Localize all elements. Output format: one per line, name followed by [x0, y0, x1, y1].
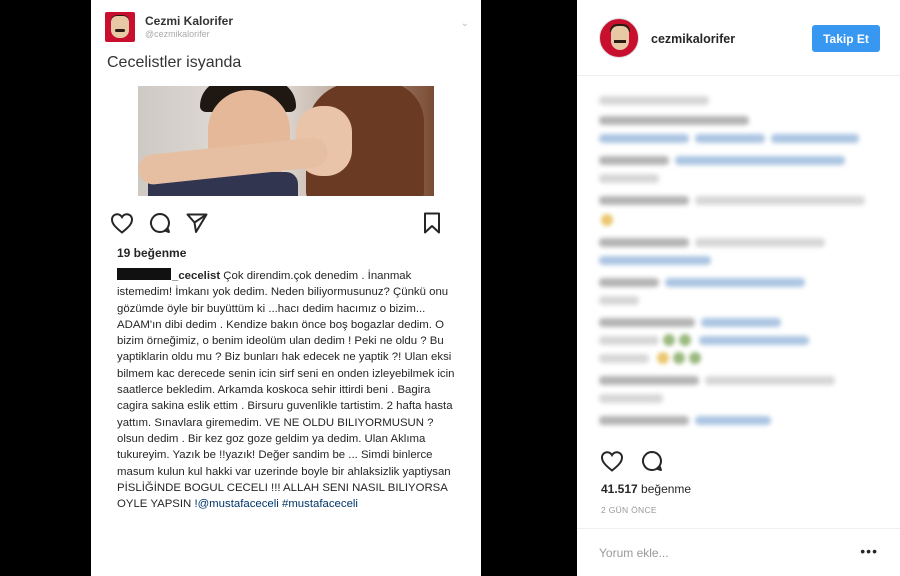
blurred-text	[599, 318, 695, 327]
tweet-header: Cezmi Kalorifer @cezmikalorifer ⌄	[105, 12, 471, 46]
blurred-emoji	[657, 352, 669, 364]
comment-text: Çok direndim.çok denedim . İnanmak istem…	[117, 270, 455, 511]
tweet-author-handle: @cezmikalorifer	[145, 29, 210, 39]
tweet-text: Cecelistler isyanda	[107, 54, 242, 71]
blurred-text	[599, 376, 699, 385]
comment-input[interactable]	[599, 543, 829, 563]
owner-username[interactable]: cezmikalorifer	[651, 32, 735, 46]
blurred-text	[599, 156, 669, 165]
blurred-text	[675, 156, 845, 165]
blurred-text	[599, 336, 659, 345]
blurred-text	[695, 196, 865, 205]
blurred-emoji	[663, 334, 675, 346]
sidebar-action-bar	[599, 448, 699, 476]
avatar[interactable]	[599, 18, 639, 58]
post-sidebar: cezmikalorifer Takip Et 41.517 beğenme 2…	[577, 0, 900, 576]
post-likes-count: 19 beğenme	[117, 246, 187, 260]
post-timestamp[interactable]: 2 GÜN ÖNCE	[601, 505, 657, 515]
comment-icon[interactable]	[147, 210, 173, 236]
blurred-text	[599, 196, 689, 205]
blurred-text	[701, 318, 781, 327]
heart-icon[interactable]	[599, 448, 625, 474]
blurred-emoji	[689, 352, 701, 364]
blurred-text	[699, 336, 809, 345]
blurred-text	[599, 296, 639, 305]
comment-hashtags[interactable]: !@mustafaceceli #mustafaceceli	[194, 498, 358, 510]
send-icon[interactable]	[184, 210, 210, 236]
blurred-text	[665, 278, 805, 287]
blurred-text	[599, 416, 689, 425]
sidebar-likes-count[interactable]: 41.517 beğenme	[601, 482, 691, 496]
redacted-username-block	[117, 268, 171, 280]
tweet-photo	[138, 86, 434, 196]
post-action-bar	[109, 210, 464, 240]
post-image: Cezmi Kalorifer @cezmikalorifer ⌄ Ceceli…	[91, 0, 481, 576]
blurred-emoji	[601, 214, 613, 226]
blurred-text	[599, 174, 659, 183]
comment-username: _cecelist	[172, 270, 221, 282]
blurred-text	[599, 278, 659, 287]
blurred-emoji	[679, 334, 691, 346]
blurred-emoji	[673, 352, 685, 364]
heart-icon[interactable]	[109, 210, 135, 236]
blurred-text	[599, 116, 749, 125]
blurred-text	[599, 256, 711, 265]
likes-word: beğenme	[641, 482, 692, 496]
comment-icon[interactable]	[639, 448, 665, 474]
comments-list-blurred	[599, 92, 889, 432]
follow-button[interactable]: Takip Et	[812, 25, 880, 52]
blurred-text	[599, 134, 689, 143]
blurred-text	[771, 134, 859, 143]
blurred-text	[695, 416, 771, 425]
tweet-author-avatar	[105, 12, 135, 42]
likes-number: 41.517	[601, 482, 638, 496]
chevron-down-icon: ⌄	[460, 18, 469, 29]
blurred-text	[695, 238, 825, 247]
bookmark-icon[interactable]	[419, 210, 445, 236]
blurred-text	[599, 96, 709, 105]
blurred-text	[695, 134, 765, 143]
blurred-text	[705, 376, 835, 385]
blurred-text	[599, 238, 689, 247]
blurred-text	[599, 354, 649, 363]
comment-input-row: •••	[577, 528, 900, 576]
more-options-icon[interactable]: •••	[860, 543, 878, 559]
tweet-author-name: Cezmi Kalorifer	[145, 14, 234, 28]
post-comment: _cecelist Çok direndim.çok denedim . İna…	[117, 268, 462, 512]
blurred-text	[599, 394, 663, 403]
post-owner-header: cezmikalorifer Takip Et	[577, 0, 900, 76]
